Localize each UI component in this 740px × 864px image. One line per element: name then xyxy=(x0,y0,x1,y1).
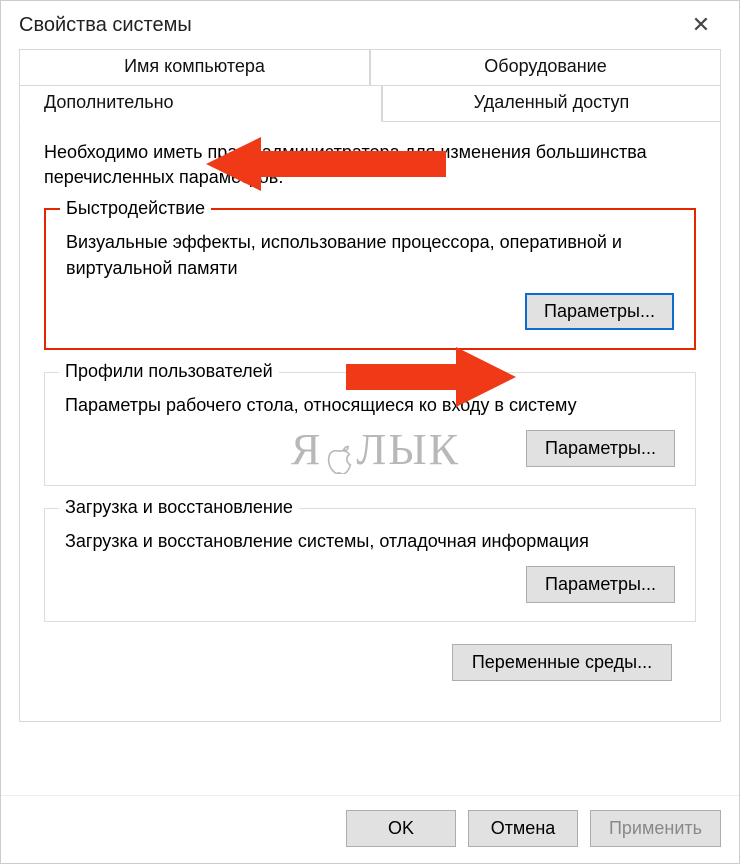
tab-advanced[interactable]: Дополнительно xyxy=(19,85,382,122)
apply-button[interactable]: Применить xyxy=(590,810,721,847)
group-user-profiles-desc: Параметры рабочего стола, относящиеся ко… xyxy=(65,393,675,418)
tabs-container: Имя компьютера Оборудование Дополнительн… xyxy=(19,49,721,722)
environment-variables-button[interactable]: Переменные среды... xyxy=(452,644,672,681)
dialog-footer: OK Отмена Применить xyxy=(1,795,739,863)
tab-panel-advanced: Необходимо иметь права администратора дл… xyxy=(19,122,721,722)
ok-button[interactable]: OK xyxy=(346,810,456,847)
tab-computer-name[interactable]: Имя компьютера xyxy=(19,49,370,85)
user-profiles-settings-button[interactable]: Параметры... xyxy=(526,430,675,467)
env-vars-row: Переменные среды... xyxy=(44,644,696,681)
group-user-profiles: Профили пользователей Параметры рабочего… xyxy=(44,372,696,486)
group-startup-recovery-legend: Загрузка и восстановление xyxy=(59,497,299,518)
cancel-button[interactable]: Отмена xyxy=(468,810,578,847)
group-startup-recovery: Загрузка и восстановление Загрузка и вос… xyxy=(44,508,696,622)
performance-settings-button[interactable]: Параметры... xyxy=(525,293,674,330)
content-area: Имя компьютера Оборудование Дополнительн… xyxy=(1,49,739,795)
group-user-profiles-legend: Профили пользователей xyxy=(59,361,279,382)
group-performance: Быстродействие Визуальные эффекты, испол… xyxy=(44,208,696,349)
window-title: Свойства системы xyxy=(19,14,681,37)
titlebar: Свойства системы ✕ xyxy=(1,1,739,49)
startup-recovery-settings-button[interactable]: Параметры... xyxy=(526,566,675,603)
tab-remote[interactable]: Удаленный доступ xyxy=(382,85,721,122)
group-startup-recovery-desc: Загрузка и восстановление системы, отлад… xyxy=(65,529,675,554)
system-properties-window: Свойства системы ✕ Имя компьютера Оборуд… xyxy=(0,0,740,864)
close-icon[interactable]: ✕ xyxy=(681,5,721,45)
tab-hardware[interactable]: Оборудование xyxy=(370,49,721,85)
admin-rights-note: Необходимо иметь права администратора дл… xyxy=(44,140,696,190)
group-performance-desc: Визуальные эффекты, использование процес… xyxy=(66,230,674,280)
group-performance-legend: Быстродействие xyxy=(60,198,211,219)
